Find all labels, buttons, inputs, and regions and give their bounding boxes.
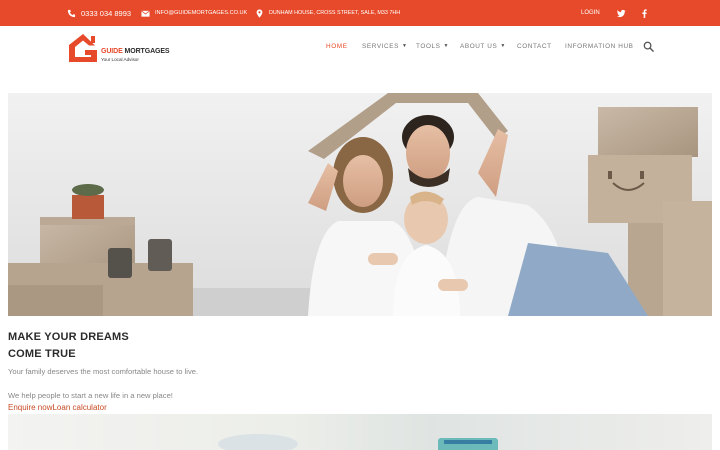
loan-calculator-link[interactable]: Loan calculator — [52, 403, 106, 412]
caret-down-icon: ▼ — [402, 43, 408, 49]
hero-image — [8, 93, 712, 316]
email-icon — [141, 9, 150, 18]
nav-contact[interactable]: CONTACT — [517, 40, 552, 52]
nav-info-label: INFORMATION HUB — [565, 42, 634, 50]
email-link[interactable]: INFO@GUIDEMORTGAGES.CO.UK — [141, 0, 247, 26]
facebook-icon — [641, 8, 647, 18]
house-logo-icon — [69, 34, 97, 62]
phone-number: 0333 034 8993 — [81, 8, 132, 18]
brand-name-part2: MORTGAGES — [122, 48, 170, 55]
address-link[interactable]: DUNHAM HOUSE, CROSS STREET, SALE, M33 7H… — [255, 0, 400, 26]
login-link[interactable]: LOGIN — [581, 0, 600, 26]
brand-tagline: Your Local Advisor — [101, 57, 139, 62]
hero-paragraph-2: We help people to start a new life in a … — [8, 391, 173, 400]
brand-name-part1: GUIDE — [101, 48, 123, 55]
phone-link[interactable]: 0333 034 8993 — [67, 0, 131, 26]
search-icon[interactable] — [643, 41, 654, 52]
caret-down-icon: ▼ — [443, 43, 450, 49]
nav-services[interactable]: SERVICES ▼ — [362, 40, 408, 52]
phone-icon — [67, 9, 76, 18]
nav-home[interactable]: HOME — [326, 40, 348, 52]
nav-tools-label: TOOLS — [416, 42, 441, 50]
twitter-link[interactable] — [615, 7, 627, 19]
map-pin-icon — [255, 8, 264, 18]
hero-headline-line1: MAKE YOUR DREAMS — [8, 331, 129, 343]
caret-down-icon: ▼ — [500, 43, 506, 49]
nav-about-label: ABOUT US — [460, 42, 498, 50]
site-header: GUIDE MORTGAGES Your Local Advisor HOME … — [0, 26, 720, 68]
street-address: DUNHAM HOUSE, CROSS STREET, SALE, M33 7H… — [269, 10, 401, 16]
email-address: INFO@GUIDEMORTGAGES.CO.UK — [155, 10, 248, 16]
hero-paragraph-1: Your family deserves the most comfortabl… — [8, 367, 199, 376]
hero-headline-line2: COME TRUE — [8, 348, 76, 360]
hero-links: Enquire now Loan calculator — [8, 403, 107, 412]
nav-services-label: SERVICES — [362, 42, 400, 50]
nav-contact-label: CONTACT — [517, 42, 552, 50]
twitter-icon — [616, 9, 626, 17]
site-logo[interactable]: GUIDE MORTGAGES Your Local Advisor — [67, 32, 177, 64]
top-contact-bar: 0333 034 8993 INFO@GUIDEMORTGAGES.CO.UK … — [0, 0, 720, 26]
page: 0333 034 8993 INFO@GUIDEMORTGAGES.CO.UK … — [0, 0, 720, 450]
nav-information-hub[interactable]: INFORMATION HUB — [565, 40, 634, 52]
facebook-link[interactable] — [638, 7, 650, 19]
enquire-now-link[interactable]: Enquire now — [8, 403, 52, 412]
brand-name: GUIDE MORTGAGES — [101, 48, 170, 55]
nav-about-us[interactable]: ABOUT US ▼ — [460, 40, 506, 52]
secondary-image — [8, 414, 712, 450]
nav-tools[interactable]: TOOLS ▼ — [416, 40, 449, 52]
nav-home-label: HOME — [326, 42, 348, 50]
